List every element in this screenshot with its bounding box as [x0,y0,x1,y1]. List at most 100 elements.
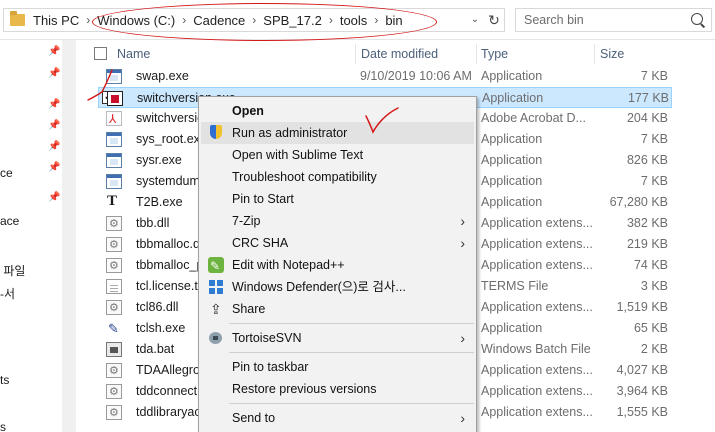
menu-item-open-sublime[interactable]: Open with Sublime Text [201,144,474,166]
menu-item-label: Restore previous versions [232,382,377,396]
menu-item-defender[interactable]: Windows Defender(으)로 검사... [201,276,474,298]
chevron-right-icon[interactable]: › [370,13,382,27]
menu-item-label: Edit with Notepad++ [232,258,345,272]
pin-icon[interactable]: 📌 [48,192,60,204]
chevron-right-icon: › [460,410,465,426]
menu-item-pin-start[interactable]: Pin to Start [201,188,474,210]
exe-icon [106,132,122,147]
menu-item-run-as-admin[interactable]: Run as administrator [201,122,474,144]
select-all-checkbox[interactable] [94,47,107,60]
menu-separator [229,352,474,353]
dll-icon [106,298,122,319]
file-row[interactable]: swap.exe 9/10/2019 10:06 AM Application 7 K… [98,66,672,87]
menu-item-label: 7-Zip [232,214,261,228]
menu-item-send-to[interactable]: Send to › [201,407,474,429]
pdf-icon [106,109,122,130]
exe-icon [106,69,122,84]
column-header-date[interactable]: Date modified [361,44,438,64]
menu-item-notepadpp[interactable]: Edit with Notepad++ [201,254,474,277]
nav-item[interactable]: ace [0,214,19,228]
pin-icon[interactable]: 📌 [48,68,60,80]
file-type: Application [481,321,543,335]
file-size: 219 KB [626,237,668,251]
notepadpp-icon [208,255,224,277]
nav-item[interactable]: ce [0,166,13,180]
file-type: Application extens... [481,363,593,377]
file-size: 1,555 KB [616,405,668,419]
breadcrumb-spb[interactable]: SPB_17.2 [260,13,325,28]
dll-icon [106,382,122,403]
address-bar[interactable]: This PC › Windows (C:) › Cadence › SPB_1… [3,8,505,32]
file-size: 204 KB [626,111,668,125]
column-divider[interactable] [476,44,477,64]
nav-item[interactable]: s [0,420,6,432]
context-menu: Open Run as administrator Open with Subl… [198,96,477,432]
nav-item[interactable]: 파일 [0,262,25,279]
windows-defender-icon [208,279,224,295]
menu-item-label: Troubleshoot compatibility [232,170,377,184]
pin-icon[interactable]: 📌 [48,120,60,132]
breadcrumb-bin[interactable]: bin [382,13,405,28]
dll-icon [106,256,122,277]
chevron-right-icon[interactable]: › [325,13,337,27]
file-type: Application [482,91,544,105]
bat-icon [106,342,122,357]
column-header-name[interactable]: Name [117,44,150,64]
file-size: 65 KB [633,321,668,335]
breadcrumb-windows-c[interactable]: Windows (C:) [94,13,178,28]
menu-item-crc-sha[interactable]: CRC SHA › [201,232,474,254]
menu-item-label: Pin to Start [232,192,294,206]
dll-icon [106,214,122,235]
breadcrumb-tools[interactable]: tools [337,13,370,28]
column-divider[interactable] [355,44,356,64]
menu-item-label: Open [232,104,264,118]
file-size: 177 KB [627,91,669,105]
menu-item-label: Windows Defender(으)로 검사... [232,280,406,294]
column-header-size[interactable]: Size [600,44,624,64]
menu-item-open[interactable]: Open [201,100,474,122]
menu-item-share[interactable]: Share [201,298,474,320]
menu-item-restore[interactable]: Restore previous versions [201,378,474,400]
menu-item-pin-taskbar[interactable]: Pin to taskbar [201,356,474,378]
nav-item[interactable]: -서 [0,285,15,302]
menu-item-label: Open with Sublime Text [232,148,364,162]
dll-icon [106,403,122,424]
file-name: swap.exe [136,69,189,83]
folder-icon [10,11,25,26]
file-size: 67,280 KB [609,195,668,209]
pin-icon[interactable]: 📌 [48,99,60,111]
menu-item-label: Share [232,302,266,316]
menu-item-troubleshoot[interactable]: Troubleshoot compatibility [201,166,474,188]
file-size: 3,964 KB [616,384,668,398]
file-type: Application extens... [481,216,593,230]
pin-icon[interactable]: 📌 [48,46,60,58]
dll-icon [106,235,122,256]
chevron-right-icon[interactable]: › [248,13,260,27]
search-input[interactable] [516,9,686,31]
column-divider[interactable] [594,44,595,64]
file-type: Application extens... [481,405,593,419]
file-date: 9/10/2019 10:06 AM [360,69,472,83]
breadcrumb-cadence[interactable]: Cadence [190,13,248,28]
column-header-type[interactable]: Type [481,44,508,64]
file-size: 74 KB [633,258,668,272]
file-size: 2 KB [640,342,668,356]
nav-scrollbar[interactable] [62,40,76,432]
pin-icon[interactable]: 📌 [48,141,60,153]
file-type: Application [481,132,543,146]
search-box[interactable] [515,8,712,32]
address-bar-region: This PC › Windows (C:) › Cadence › SPB_1… [0,0,715,40]
file-type: Adobe Acrobat D... [481,111,586,125]
breadcrumb-this-pc[interactable]: This PC [30,13,82,28]
chevron-right-icon[interactable]: › [82,13,94,27]
file-type: Application [481,69,543,83]
chevron-down-icon[interactable]: ⌄ [469,13,481,27]
menu-item-tortoisesvn[interactable]: TortoiseSVN › [201,327,474,349]
chevron-right-icon[interactable]: › [178,13,190,27]
menu-item-7zip[interactable]: 7-Zip › [201,210,474,232]
refresh-icon[interactable]: ↻ [486,11,502,29]
nav-item[interactable]: ts [0,373,9,387]
search-icon[interactable] [691,13,703,25]
pin-icon[interactable]: 📌 [48,162,60,174]
file-type: Application extens... [481,258,593,272]
